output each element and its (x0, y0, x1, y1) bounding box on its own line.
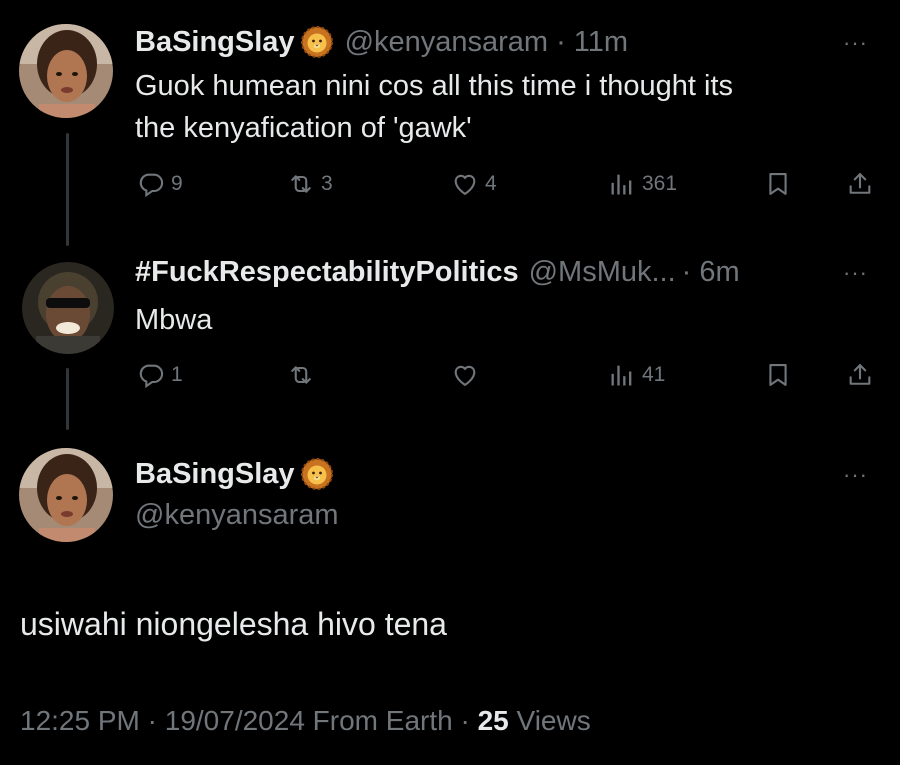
reply-icon (137, 361, 165, 389)
bookmark-icon (764, 361, 792, 389)
tweet-time[interactable]: · 6m (682, 256, 740, 289)
repost-button[interactable]: 3 (287, 170, 333, 198)
avatar-basingslay[interactable] (19, 24, 113, 118)
share-icon (846, 361, 874, 389)
user-handle[interactable]: @kenyansaram (135, 499, 339, 532)
share-button[interactable] (846, 170, 874, 198)
share-icon (846, 170, 874, 198)
focused-tweet-text: usiwahi niongelesha hivo tena (20, 606, 447, 642)
like-button[interactable]: 4 (451, 170, 497, 198)
like-count: 4 (485, 172, 497, 195)
lion-emoji-icon (301, 458, 333, 490)
views-icon (608, 170, 636, 198)
tweet-date[interactable]: 19/07/2024 (165, 705, 305, 736)
reply-button[interactable]: 1 (137, 361, 183, 389)
display-name[interactable]: BaSingSlay (135, 26, 295, 59)
tweet-text-line: the kenyafication of 'gawk' (135, 112, 472, 144)
tweet-metadata: 12:25 PM · 19/07/2024 From Earth · 25 Vi… (20, 705, 591, 736)
tweet-time[interactable]: 12:25 PM (20, 705, 140, 736)
share-button[interactable] (846, 361, 874, 389)
reply-count: 1 (171, 363, 183, 386)
repost-icon (287, 170, 315, 198)
bookmark-button[interactable] (764, 170, 792, 198)
avatar-basingslay[interactable] (19, 448, 113, 542)
bookmark-icon (764, 170, 792, 198)
repost-button[interactable] (287, 361, 315, 389)
reply-icon (137, 170, 165, 198)
views-button[interactable]: 41 (608, 361, 665, 389)
views-button[interactable]: 361 (608, 170, 677, 198)
tweet-1-text: Guok humean nini cos all this time i tho… (135, 65, 855, 149)
more-options-icon[interactable]: ··· (843, 262, 868, 284)
tweet-time[interactable]: · 11m (556, 26, 628, 59)
heart-icon (451, 170, 479, 198)
user-handle[interactable]: @kenyansaram (345, 26, 549, 59)
repost-count: 3 (321, 172, 333, 195)
views-count: 41 (642, 363, 666, 386)
more-options-icon[interactable]: ··· (843, 32, 868, 54)
reply-button[interactable]: 9 (137, 170, 183, 198)
avatar-msmuk[interactable] (22, 262, 114, 354)
like-button[interactable] (451, 361, 479, 389)
tweet-2-header: #FuckRespectabilityPolitics @MsMuk... · … (135, 254, 740, 290)
reply-count: 9 (171, 172, 183, 195)
more-options-icon[interactable]: ··· (843, 464, 868, 486)
bookmark-button[interactable] (764, 361, 792, 389)
views-icon (608, 361, 636, 389)
tweet-source: From Earth (312, 705, 453, 736)
views-label: Views (516, 705, 591, 736)
tweet-text-line: Guok humean nini cos all this time i tho… (135, 70, 734, 102)
views-count: 361 (642, 172, 678, 195)
display-name[interactable]: BaSingSlay (135, 458, 295, 491)
repost-icon (287, 361, 315, 389)
user-handle[interactable]: @MsMuk... (529, 256, 676, 289)
heart-icon (451, 361, 479, 389)
thread-connector-line (66, 133, 69, 246)
lion-emoji-icon (301, 26, 333, 58)
tweet-2-text: Mbwa (135, 304, 213, 336)
views-count: 25 (477, 705, 509, 736)
tweet-1-header: BaSingSlay @kenyansaram · 11m (135, 24, 628, 60)
display-name[interactable]: #FuckRespectabilityPolitics (135, 256, 519, 289)
thread-connector-line (66, 368, 69, 430)
focused-header: BaSingSlay (135, 456, 333, 492)
